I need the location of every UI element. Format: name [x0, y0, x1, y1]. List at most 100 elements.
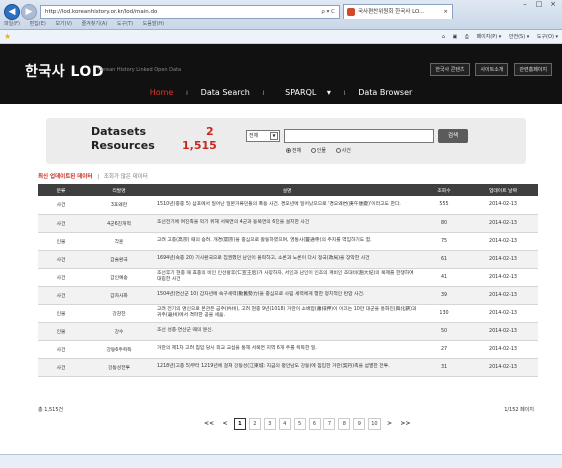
cell-name[interactable]: 강동성전투 [84, 358, 154, 377]
nav-separator: ı [262, 88, 265, 97]
resources-count[interactable]: 1,515 [182, 139, 217, 152]
cell-description: 고려 고종(高宗) 때의 승려. 개경(開京)을 중심으로 활동하였으며, 영통… [154, 232, 420, 251]
first-page-button[interactable]: << [202, 419, 216, 431]
table-row[interactable]: 사건 갑자사화 1504년(연산군 10) 갑자년에 숙구세력(勳舊勢力)을 중… [38, 286, 538, 305]
table-row[interactable]: 사건 갑인예송 조선후기 현종 때 효종의 비인 인선왕후(仁宣王后)가 사망하… [38, 268, 538, 287]
cell-name[interactable]: 각훈 [84, 232, 154, 251]
nav-home[interactable]: Home [150, 88, 174, 97]
table-row[interactable]: 인물 강수 조선 성종·연산군 때의 문신. 50 2014-02-13 [38, 322, 538, 341]
browser-tab[interactable]: 국사편찬위원회 한국사 LO... × [343, 4, 453, 19]
stats-search-box: Datasets 2 Resources 1,515 전체 ▼ 검색 전체 인물… [46, 118, 526, 164]
link-site-intro[interactable]: 사이트소개 [475, 63, 509, 76]
toolbar-page[interactable]: 페이지(P) ▾ [476, 34, 501, 40]
feeds-icon[interactable]: ▣ [453, 34, 458, 40]
cell-name[interactable]: 갑술환국 [84, 250, 154, 269]
nav-data-search[interactable]: Data Search [201, 88, 250, 97]
radio-unchecked-icon [335, 148, 341, 153]
table-row[interactable]: 사건 강동성전투 1218년(고종 5)부터 1219년에 걸쳐 강동성(江東城… [38, 358, 538, 377]
minimize-icon[interactable]: – [518, 0, 532, 8]
menu-favorites[interactable]: 즐겨찾기(A) [82, 21, 108, 27]
cell-date: 2014-02-13 [468, 304, 538, 323]
forward-button[interactable]: ▶ [21, 4, 37, 20]
page-10[interactable]: 10 [368, 418, 381, 430]
cell-views: 75 [420, 232, 468, 251]
page-8[interactable]: 8 [338, 418, 351, 430]
link-korean-history-contents[interactable]: 한국사 콘텐츠 [430, 63, 470, 76]
cell-date: 2014-02-13 [468, 358, 538, 377]
close-window-icon[interactable]: × [546, 0, 560, 8]
command-toolbar: ⌂ ▣ ⎙ 페이지(P) ▾ 안전(S) ▾ 도구(O) ▾ [436, 33, 558, 40]
page-2[interactable]: 2 [248, 418, 261, 430]
cell-name[interactable]: 강동6주획득 [84, 340, 154, 359]
radio-all[interactable]: 전체 [286, 148, 305, 154]
page-5[interactable]: 5 [293, 418, 306, 430]
home-icon[interactable]: ⌂ [442, 34, 445, 40]
nav-data-browser[interactable]: Data Browser [358, 88, 412, 97]
table-row[interactable]: 사건 4군6진개척 조선전기에 여진족을 막기 위해 서북면의 4군과 동북면의… [38, 214, 538, 233]
main-content: Datasets 2 Resources 1,515 전체 ▼ 검색 전체 인물… [22, 104, 548, 450]
datasets-count[interactable]: 2 [206, 125, 214, 138]
radio-person[interactable]: 인물 [310, 148, 330, 154]
prev-page-button[interactable]: < [219, 419, 231, 431]
separator: | [97, 174, 100, 180]
search-button[interactable]: 검색 [438, 129, 468, 143]
cell-name[interactable]: 3포왜란 [84, 196, 154, 215]
cell-category: 인물 [38, 232, 84, 251]
link-related-sites[interactable]: 관련홈페이지 [514, 63, 552, 76]
menu-view[interactable]: 보기(V) [55, 21, 72, 27]
chevron-down-icon: ▼ [270, 132, 278, 140]
print-icon[interactable]: ⎙ [465, 34, 469, 40]
table-row[interactable]: 인물 각훈 고려 고종(高宗) 때의 승려. 개경(開京)을 중심으로 활동하였… [38, 232, 538, 251]
cell-name[interactable]: 강수 [84, 322, 154, 341]
page-9[interactable]: 9 [353, 418, 366, 430]
radio-event[interactable]: 사건 [335, 148, 355, 154]
cell-views: 555 [420, 196, 468, 215]
column-header-update-date: 업데이트 날짜 [468, 184, 538, 196]
site-logo-subtitle: Korean History Linked Open Data [98, 67, 182, 73]
search-input[interactable] [284, 129, 434, 143]
menu-edit[interactable]: 편집(E) [30, 21, 46, 27]
address-bar[interactable]: http://lod.koreanhistory.or.kr/lod/main.… [40, 5, 340, 19]
site-logo[interactable]: 한국사 LOD [25, 61, 104, 81]
tab-close-icon[interactable]: × [443, 5, 448, 19]
nav-sparql-label: SPARQL [285, 88, 317, 97]
table-row[interactable]: 사건 갑술환국 1694년(숙종 20) 기사환국으로 집권했던 남인이 몰락하… [38, 250, 538, 269]
cell-name[interactable]: 4군6진개척 [84, 214, 154, 233]
last-page-button[interactable]: >> [398, 419, 412, 431]
radio-unchecked-icon [310, 148, 316, 153]
page-4[interactable]: 4 [278, 418, 291, 430]
toolbar-safety[interactable]: 안전(S) ▾ [509, 34, 529, 40]
cell-name[interactable]: 강감찬 [84, 304, 154, 323]
search-type-radios: 전체 인물 사건 [286, 147, 359, 154]
cell-date: 2014-02-13 [468, 286, 538, 305]
address-bar-icons[interactable]: ρ ▾ C [321, 6, 335, 18]
table-row[interactable]: 사건 3포왜란 1510년(중종 5) 삼포에서 일어난 일본거류민들의 폭동 … [38, 196, 538, 215]
cell-name[interactable]: 갑인예송 [84, 268, 154, 287]
tab-recent-updated[interactable]: 최신 업데이트된 데이터 [38, 174, 92, 180]
cell-views: 31 [420, 358, 468, 377]
table-row[interactable]: 사건 강동6주획득 거란의 제1차 고려 침입 당시 외교 교섭을 통해 서북면… [38, 340, 538, 359]
favorites-star-icon[interactable]: ★ [4, 32, 11, 41]
cell-name[interactable]: 갑자사화 [84, 286, 154, 305]
next-page-button[interactable]: > [384, 419, 396, 431]
maximize-icon[interactable]: □ [532, 0, 546, 8]
column-header-category: 분류 [38, 184, 84, 196]
toolbar-tools[interactable]: 도구(O) ▾ [537, 34, 558, 40]
menu-file[interactable]: 파일(F) [4, 21, 20, 27]
menu-tools[interactable]: 도구(T) [117, 21, 133, 27]
page-7[interactable]: 7 [323, 418, 336, 430]
cell-views: 27 [420, 340, 468, 359]
page-1[interactable]: 1 [233, 418, 246, 430]
search-category-select[interactable]: 전체 ▼ [246, 130, 280, 142]
back-button[interactable]: ◀ [4, 4, 20, 20]
menu-help[interactable]: 도움말(H) [143, 21, 164, 27]
tab-most-viewed[interactable]: 조회가 많은 데이터 [104, 174, 148, 180]
page-3[interactable]: 3 [263, 418, 276, 430]
table-row[interactable]: 인물 강감찬 고려 전기의 명신으로 본관은 금주(衿州), 고려 현종 9년(… [38, 304, 538, 323]
cell-category: 사건 [38, 214, 84, 233]
page-6[interactable]: 6 [308, 418, 321, 430]
cell-description: 조선 성종·연산군 때의 문신. [154, 322, 420, 341]
nav-sparql[interactable]: SPARQL ▾ [277, 88, 331, 97]
cell-views: 61 [420, 250, 468, 269]
cell-date: 2014-02-13 [468, 268, 538, 287]
